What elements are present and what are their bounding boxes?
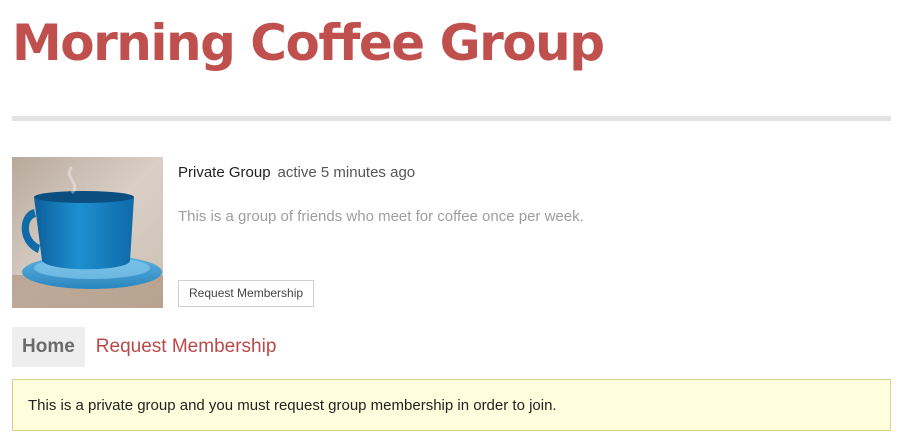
group-title: Morning Coffee Group xyxy=(12,14,605,72)
group-type-label: Private Group xyxy=(178,164,271,181)
header-divider xyxy=(12,116,891,121)
tab-home[interactable]: Home xyxy=(12,327,85,367)
group-description: This is a group of friends who meet for … xyxy=(178,208,584,225)
group-activity-status: active 5 minutes ago xyxy=(277,164,416,181)
group-page: Morning Coffee Group Private Group activ… xyxy=(0,0,900,442)
coffee-cup-image xyxy=(12,157,163,308)
group-meta: Private Group active 5 minutes ago xyxy=(178,163,415,183)
group-avatar xyxy=(12,157,163,308)
tab-request-membership[interactable]: Request Membership xyxy=(85,327,287,367)
request-membership-button[interactable]: Request Membership xyxy=(178,280,315,307)
group-nav-tabs: Home Request Membership xyxy=(12,327,286,367)
private-group-notice: This is a private group and you must req… xyxy=(12,379,891,431)
